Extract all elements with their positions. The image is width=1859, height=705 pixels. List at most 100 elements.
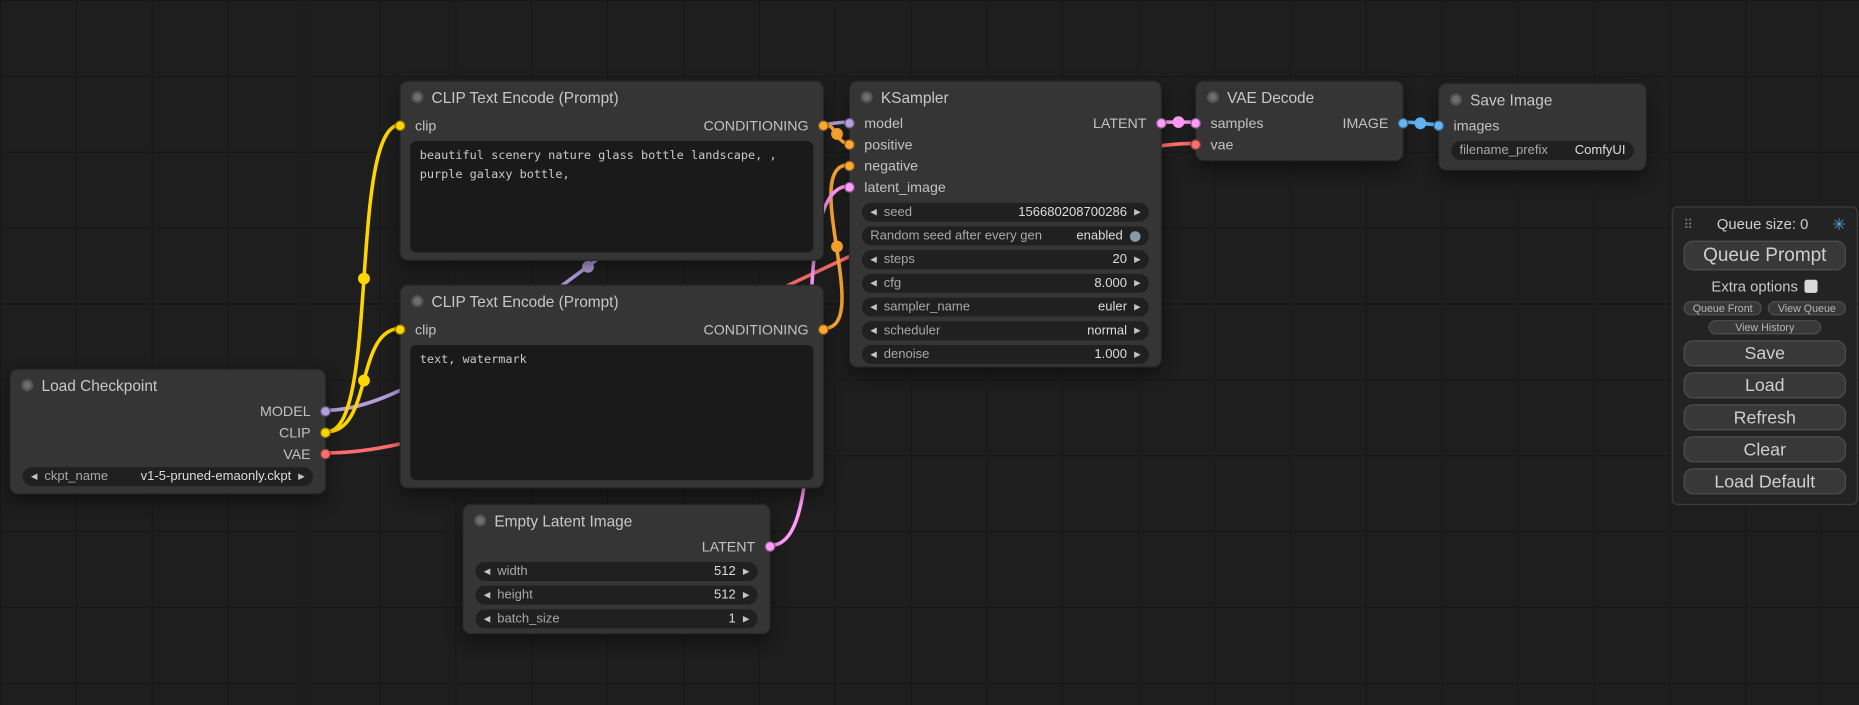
widget-ckpt-name[interactable]: ◀ ckpt_name v1-5-pruned-emaonly.ckpt ▶ [23,467,313,486]
node-header[interactable]: CLIP Text Encode (Prompt) [401,82,823,113]
queue-panel[interactable]: ⠿ Queue size: 0 ✳ Queue Prompt Extra opt… [1672,206,1858,505]
decrement-arrow-icon[interactable]: ◀ [870,327,876,335]
node-vae-decode[interactable]: VAE Decode samples IMAGE vae [1195,81,1404,162]
widget-cfg[interactable]: ◀ cfg 8.000 ▶ [862,274,1149,293]
clip-output-dot[interactable] [320,427,331,438]
input-slot-vae[interactable]: vae [1196,134,1402,155]
widget-width[interactable]: ◀ width 512 ▶ [475,562,757,581]
save-button[interactable]: Save [1684,340,1846,366]
output-slot-vae[interactable]: VAE [11,443,325,464]
view-queue-button[interactable]: View Queue [1768,301,1846,315]
queue-prompt-button[interactable]: Queue Prompt [1684,241,1846,271]
load-button[interactable]: Load [1684,372,1846,398]
negative-prompt-textarea[interactable]: text, watermark [410,345,813,480]
decrement-arrow-icon[interactable]: ◀ [31,472,37,480]
input-slot-latent-image[interactable]: latent_image [850,177,1161,198]
clip-input-dot[interactable] [395,324,406,335]
collapse-dot-icon[interactable] [411,295,423,307]
widget-random-seed-toggle[interactable]: Random seed after every gen enabled [862,226,1149,245]
increment-arrow-icon[interactable]: ▶ [1134,208,1140,216]
increment-arrow-icon[interactable]: ▶ [1134,255,1140,263]
image-output-dot[interactable] [1398,118,1409,129]
extra-options-checkbox[interactable] [1805,280,1818,293]
clear-button[interactable]: Clear [1684,436,1846,462]
collapse-dot-icon[interactable] [21,379,33,391]
collapse-dot-icon[interactable] [411,91,423,103]
collapse-dot-icon[interactable] [1450,94,1462,106]
node-graph-canvas[interactable]: Load Checkpoint MODEL CLIP VAE ◀ ckpt_na… [0,0,1859,705]
collapse-dot-icon[interactable] [861,91,873,103]
decrement-arrow-icon[interactable]: ◀ [870,208,876,216]
drag-handle-icon[interactable]: ⠿ [1684,216,1694,231]
node-ksampler[interactable]: KSampler model LATENT positive negative … [849,81,1162,368]
input-slot-positive[interactable]: positive [850,134,1161,155]
clip-input-dot[interactable] [395,120,406,131]
node-clip-text-encode-negative[interactable]: CLIP Text Encode (Prompt) clip CONDITION… [400,285,824,489]
view-history-button[interactable]: View History [1708,320,1822,334]
decrement-arrow-icon[interactable]: ◀ [870,255,876,263]
positive-prompt-textarea[interactable]: beautiful scenery nature glass bottle la… [410,141,813,252]
latent-output-dot[interactable] [1156,118,1167,129]
negative-input-dot[interactable] [844,161,855,172]
increment-arrow-icon[interactable]: ▶ [1134,327,1140,335]
images-input-dot[interactable] [1433,120,1444,131]
latent-image-input-dot[interactable] [844,182,855,193]
collapse-dot-icon[interactable] [474,515,486,527]
output-slot-model[interactable]: MODEL [11,401,325,422]
input-slot-negative[interactable]: negative [850,155,1161,176]
increment-arrow-icon[interactable]: ▶ [743,567,749,575]
node-empty-latent-image[interactable]: Empty Latent Image LATENT ◀ width 512 ▶ … [462,504,770,634]
widget-denoise[interactable]: ◀ denoise 1.000 ▶ [862,345,1149,364]
node-clip-text-encode-positive[interactable]: CLIP Text Encode (Prompt) clip CONDITION… [400,81,824,261]
model-input-dot[interactable] [844,118,855,129]
widget-steps[interactable]: ◀ steps 20 ▶ [862,250,1149,269]
widget-seed[interactable]: ◀ seed 156680208700286 ▶ [862,203,1149,222]
queue-small-buttons-row: Queue Front View Queue [1684,301,1846,315]
increment-arrow-icon[interactable]: ▶ [1134,303,1140,311]
widget-filename-prefix[interactable]: filename_prefix ComfyUI [1451,141,1634,160]
increment-arrow-icon[interactable]: ▶ [743,615,749,623]
conditioning-output-dot[interactable] [818,120,829,131]
node-header[interactable]: VAE Decode [1196,82,1402,113]
node-save-image[interactable]: Save Image images filename_prefix ComfyU… [1438,83,1647,171]
widget-value: 156680208700286 [1018,205,1127,219]
queue-front-button[interactable]: Queue Front [1684,301,1762,315]
input-slot-label: samples [1210,115,1263,132]
positive-input-dot[interactable] [844,139,855,150]
widget-scheduler[interactable]: ◀ scheduler normal ▶ [862,321,1149,340]
increment-arrow-icon[interactable]: ▶ [743,591,749,599]
increment-arrow-icon[interactable]: ▶ [1134,279,1140,287]
decrement-arrow-icon[interactable]: ◀ [870,279,876,287]
output-slot-clip[interactable]: CLIP [11,422,325,443]
settings-gear-icon[interactable]: ✳ [1832,214,1846,234]
collapse-dot-icon[interactable] [1207,91,1219,103]
decrement-arrow-icon[interactable]: ◀ [870,350,876,358]
increment-arrow-icon[interactable]: ▶ [298,472,304,480]
slot-row: clip CONDITIONING [401,319,823,340]
samples-input-dot[interactable] [1190,118,1201,129]
node-header[interactable]: Save Image [1439,84,1645,115]
conditioning-output-dot[interactable] [818,324,829,335]
increment-arrow-icon[interactable]: ▶ [1134,350,1140,358]
toggle-dot-icon[interactable] [1130,231,1141,242]
widget-height[interactable]: ◀ height 512 ▶ [475,586,757,605]
vae-output-dot[interactable] [320,449,331,460]
decrement-arrow-icon[interactable]: ◀ [484,591,490,599]
widget-sampler-name[interactable]: ◀ sampler_name euler ▶ [862,298,1149,317]
widget-batch-size[interactable]: ◀ batch_size 1 ▶ [475,609,757,628]
load-default-button[interactable]: Load Default [1684,468,1846,494]
decrement-arrow-icon[interactable]: ◀ [484,567,490,575]
node-header[interactable]: Empty Latent Image [464,505,770,536]
input-slot-images[interactable]: images [1439,115,1645,136]
vae-input-dot[interactable] [1190,139,1201,150]
output-slot-latent[interactable]: LATENT [464,536,770,557]
decrement-arrow-icon[interactable]: ◀ [870,303,876,311]
node-load-checkpoint[interactable]: Load Checkpoint MODEL CLIP VAE ◀ ckpt_na… [9,369,326,495]
latent-output-dot[interactable] [765,541,776,552]
node-header[interactable]: Load Checkpoint [11,370,325,401]
node-header[interactable]: CLIP Text Encode (Prompt) [401,286,823,317]
refresh-button[interactable]: Refresh [1684,404,1846,430]
model-output-dot[interactable] [320,406,331,417]
node-header[interactable]: KSampler [850,82,1161,113]
decrement-arrow-icon[interactable]: ◀ [484,615,490,623]
